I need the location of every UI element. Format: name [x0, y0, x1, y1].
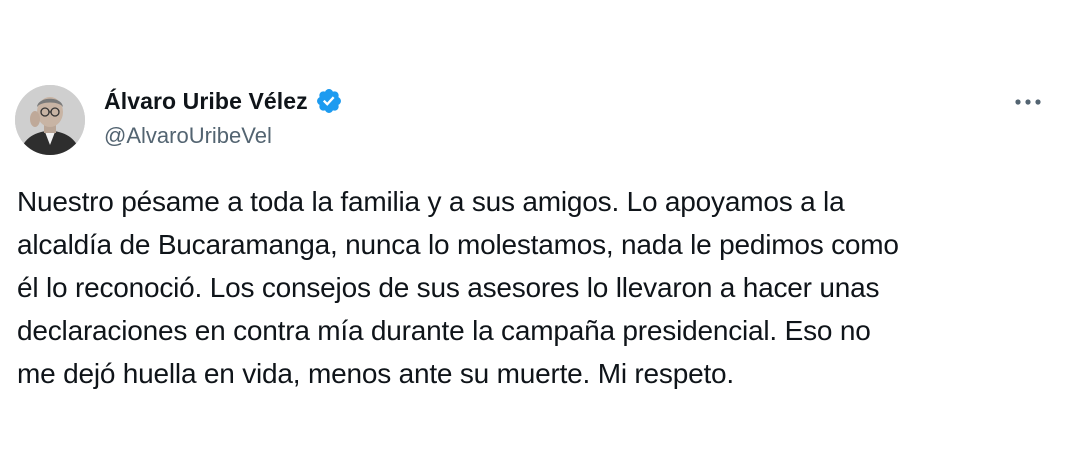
avatar-photo	[15, 85, 85, 155]
author-name-row: Álvaro Uribe Vélez	[104, 86, 343, 116]
more-options-button[interactable]	[1010, 92, 1046, 112]
author-handle[interactable]: @AlvaroUribeVel	[104, 123, 272, 149]
more-horizontal-icon	[1015, 99, 1041, 105]
avatar[interactable]	[15, 85, 85, 155]
author-display-name[interactable]: Álvaro Uribe Vélez	[104, 88, 308, 115]
verified-badge-icon	[315, 87, 343, 115]
tweet-card: Álvaro Uribe Vélez @AlvaroUribeVel Nuest…	[0, 0, 1072, 465]
tweet-text: Nuestro pésame a toda la familia y a sus…	[17, 186, 899, 389]
